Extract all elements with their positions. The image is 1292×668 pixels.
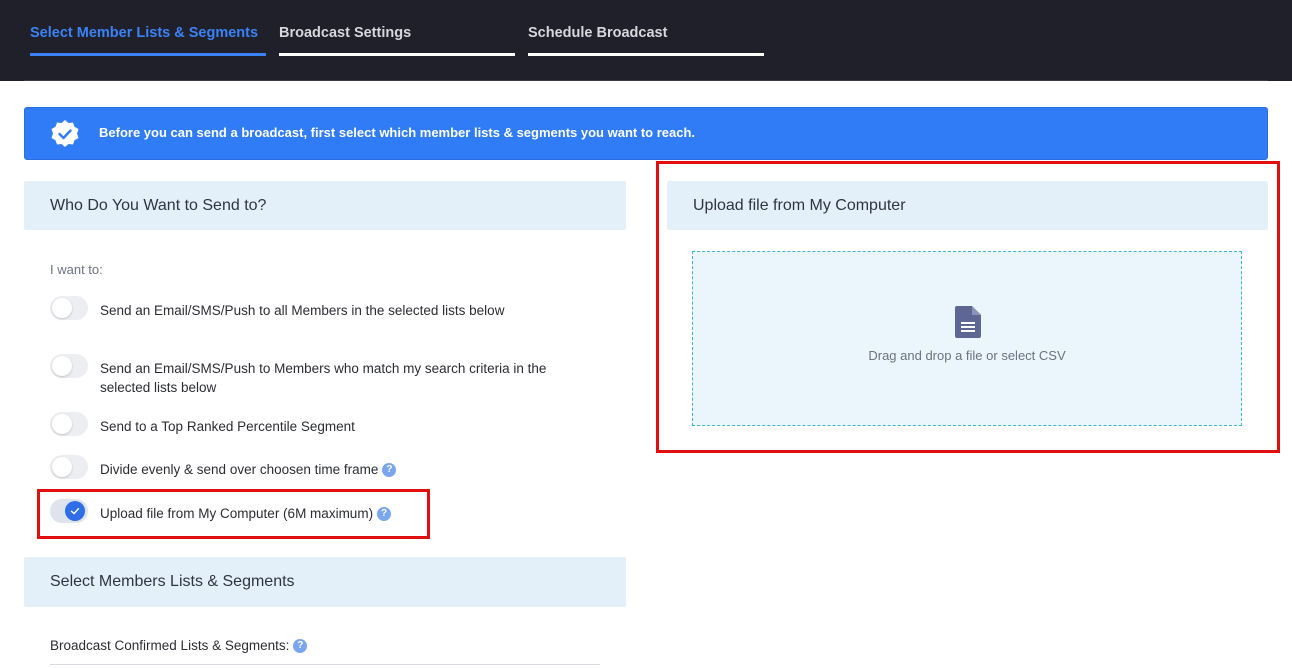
confirmed-lists-label: Broadcast Confirmed Lists & Segments:	[50, 638, 290, 653]
toggle-switch[interactable]	[50, 412, 88, 436]
file-dropzone[interactable]: Drag and drop a file or select CSV	[692, 251, 1242, 426]
option-label: Send an Email/SMS/Push to Members who ma…	[100, 361, 547, 395]
confirmed-lists-label-wrapper: Broadcast Confirmed Lists & Segments:?	[50, 638, 308, 653]
tab-active-indicator	[30, 53, 266, 56]
upload-panel-title: Upload file from My Computer	[693, 197, 906, 214]
who-panel-title: Who Do You Want to Send to?	[50, 197, 267, 214]
tab-select-member-lists[interactable]: Select Member Lists & Segments	[30, 24, 266, 56]
tab-label: Broadcast Settings	[279, 25, 412, 41]
toggle-switch[interactable]	[50, 354, 88, 378]
option-label: Divide evenly & send over choosen time f…	[100, 462, 379, 477]
option-label: Send an Email/SMS/Push to all Members in…	[100, 303, 505, 318]
toggle-knob	[52, 356, 72, 376]
help-icon[interactable]: ?	[293, 639, 308, 653]
select-members-panel-header: Select Members Lists & Segments	[24, 557, 626, 607]
toggle-knob	[52, 414, 72, 434]
file-icon	[955, 306, 981, 338]
toggle-knob	[52, 457, 72, 477]
toggle-switch[interactable]	[50, 455, 88, 479]
toggle-knob	[52, 298, 72, 318]
tab-schedule-broadcast[interactable]: Schedule Broadcast	[528, 24, 764, 56]
highlight-box-upload-option	[37, 489, 430, 539]
tab-label: Schedule Broadcast	[528, 25, 668, 41]
tab-underline	[528, 53, 764, 56]
toggle-switch[interactable]	[50, 296, 88, 320]
tab-label: Select Member Lists & Segments	[30, 25, 259, 41]
tab-underline	[279, 53, 515, 56]
divider	[24, 80, 1268, 81]
upload-panel-header: Upload file from My Computer	[667, 181, 1268, 230]
badge-check-icon	[51, 120, 79, 147]
dropzone-text: Drag and drop a file or select CSV	[868, 348, 1066, 363]
help-icon[interactable]: ?	[382, 463, 397, 477]
option-label: Send to a Top Ranked Percentile Segment	[100, 419, 355, 434]
select-members-title: Select Members Lists & Segments	[50, 573, 295, 590]
top-navigation-bar: Select Member Lists & Segments Broadcast…	[0, 0, 1292, 81]
banner-message: Before you can send a broadcast, first s…	[99, 125, 696, 140]
option-label-wrapper: Divide evenly & send over choosen time f…	[100, 460, 600, 479]
tab-broadcast-settings[interactable]: Broadcast Settings	[279, 24, 515, 56]
intro-label: I want to:	[50, 262, 103, 277]
confirmed-lists-field[interactable]	[50, 664, 600, 668]
who-panel-header: Who Do You Want to Send to?	[24, 181, 626, 230]
info-banner: Before you can send a broadcast, first s…	[24, 107, 1268, 160]
